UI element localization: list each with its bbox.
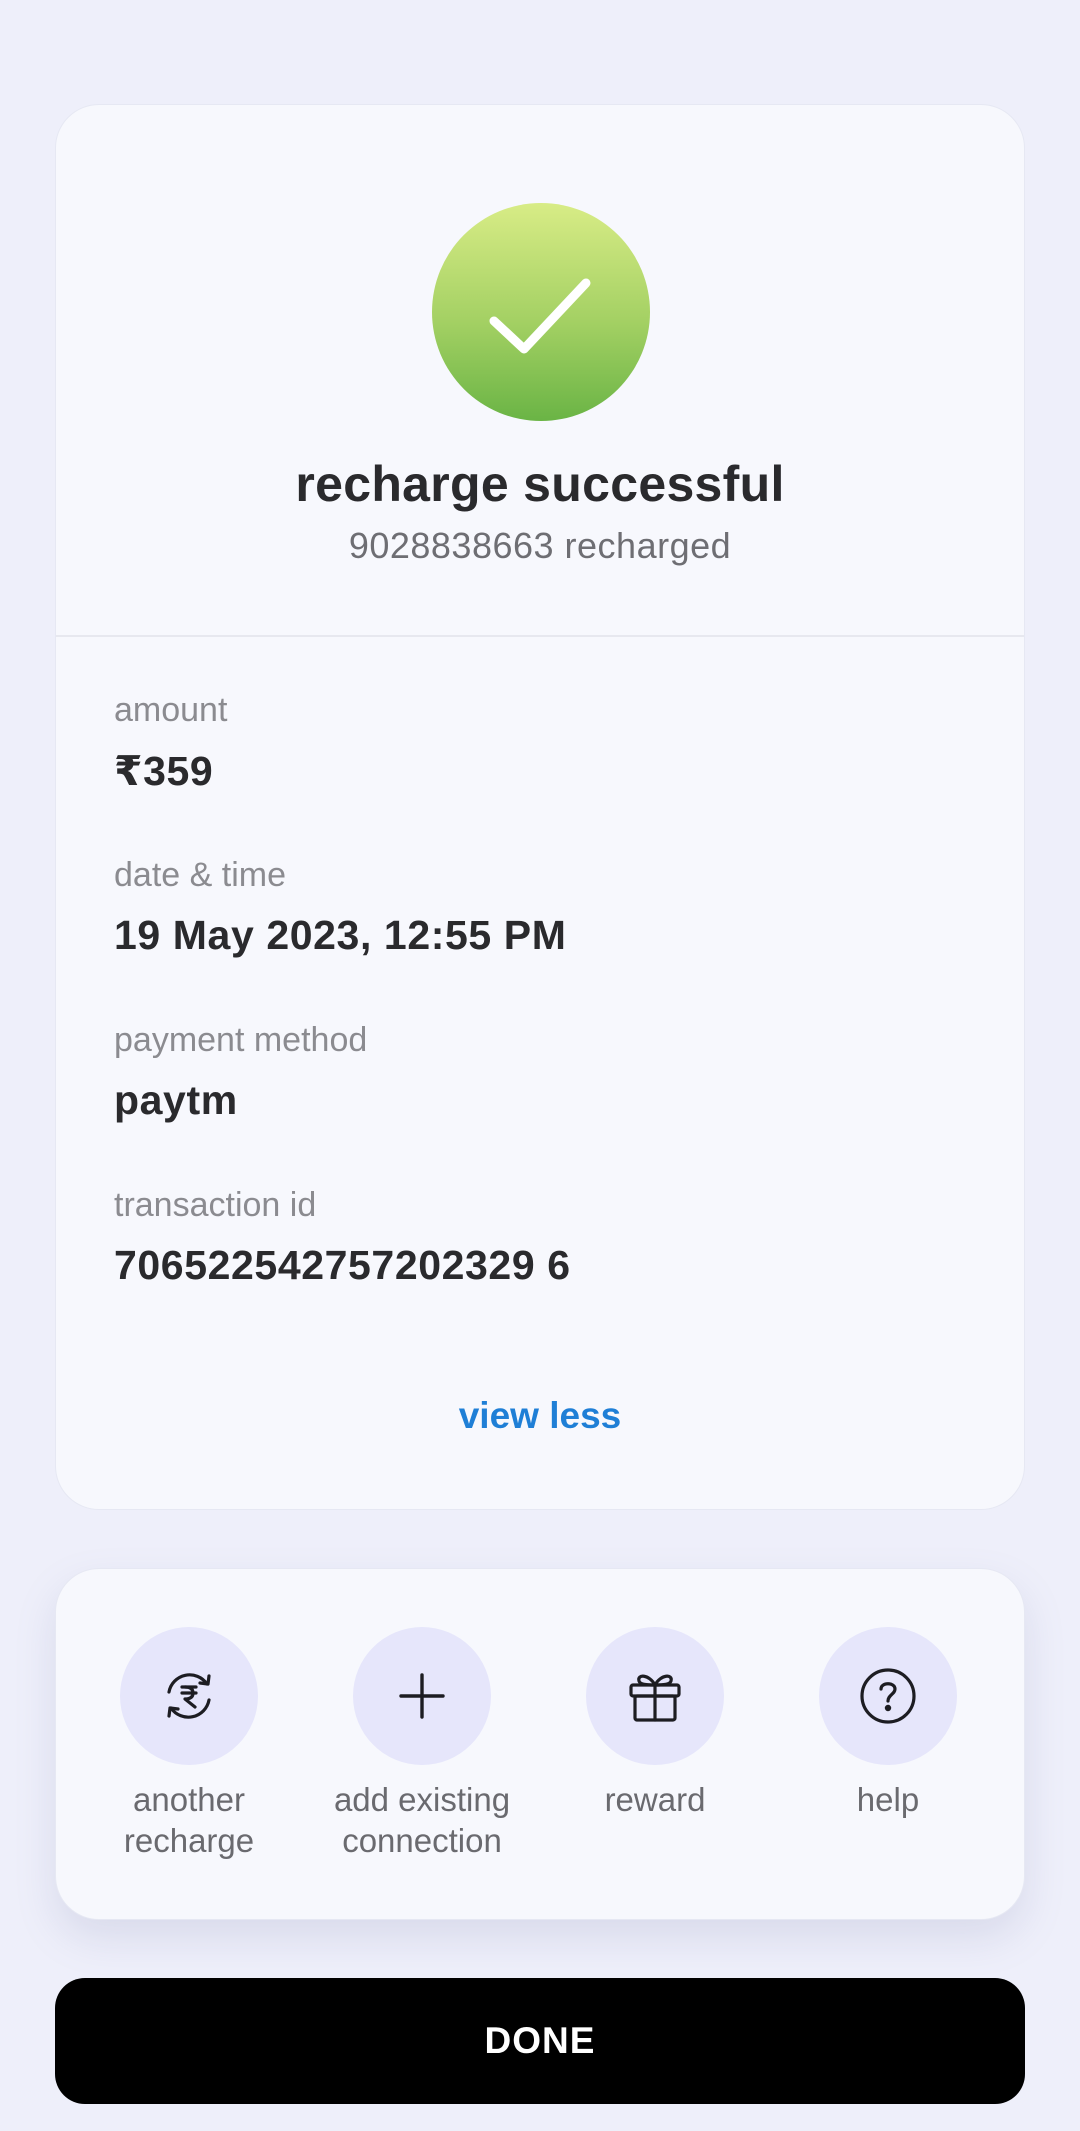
success-badge (432, 203, 650, 421)
amount-value: ₹359 (114, 748, 214, 794)
recharge-success-screen: recharge successful 9028838663 recharged… (0, 0, 1080, 2131)
status-subtitle: 9028838663 recharged (348, 525, 732, 566)
action-bubble (353, 1627, 491, 1765)
add-existing-connection-button[interactable]: add existing connection (302, 1627, 542, 1861)
action-bubble (819, 1627, 957, 1765)
date-time-value: 19 May 2023, 12:55 PM (114, 912, 567, 958)
add-existing-connection-label: add existing connection (333, 1781, 511, 1859)
date-time-label: date & time (114, 856, 286, 894)
gift-icon (629, 1674, 681, 1722)
action-bubble (120, 1627, 258, 1765)
view-less-link[interactable]: view less (56, 1395, 1024, 1437)
receipt-card: recharge successful 9028838663 recharged… (55, 104, 1025, 1510)
reward-button[interactable]: reward (535, 1627, 775, 1820)
reward-label: reward (604, 1781, 706, 1818)
action-bubble (586, 1627, 724, 1765)
status-title: recharge successful (295, 456, 785, 512)
transaction-id-value: 706522542757202329 6 (114, 1242, 571, 1288)
quick-actions-card: another recharge add existing connection (55, 1568, 1025, 1920)
rupee-refresh-icon (167, 1673, 211, 1719)
amount-label: amount (114, 691, 228, 729)
another-recharge-label: another recharge (123, 1781, 255, 1859)
checkmark-icon (489, 278, 591, 354)
help-icon (860, 1668, 916, 1724)
help-button[interactable]: help (768, 1627, 1008, 1820)
help-label: help (856, 1781, 920, 1818)
plus-icon (399, 1673, 445, 1719)
another-recharge-button[interactable]: another recharge (69, 1627, 309, 1861)
payment-method-value: paytm (114, 1077, 238, 1123)
done-button[interactable]: DONE (55, 1978, 1025, 2104)
transaction-id-label: transaction id (114, 1186, 317, 1224)
divider (56, 635, 1024, 637)
payment-method-label: payment method (114, 1021, 368, 1059)
